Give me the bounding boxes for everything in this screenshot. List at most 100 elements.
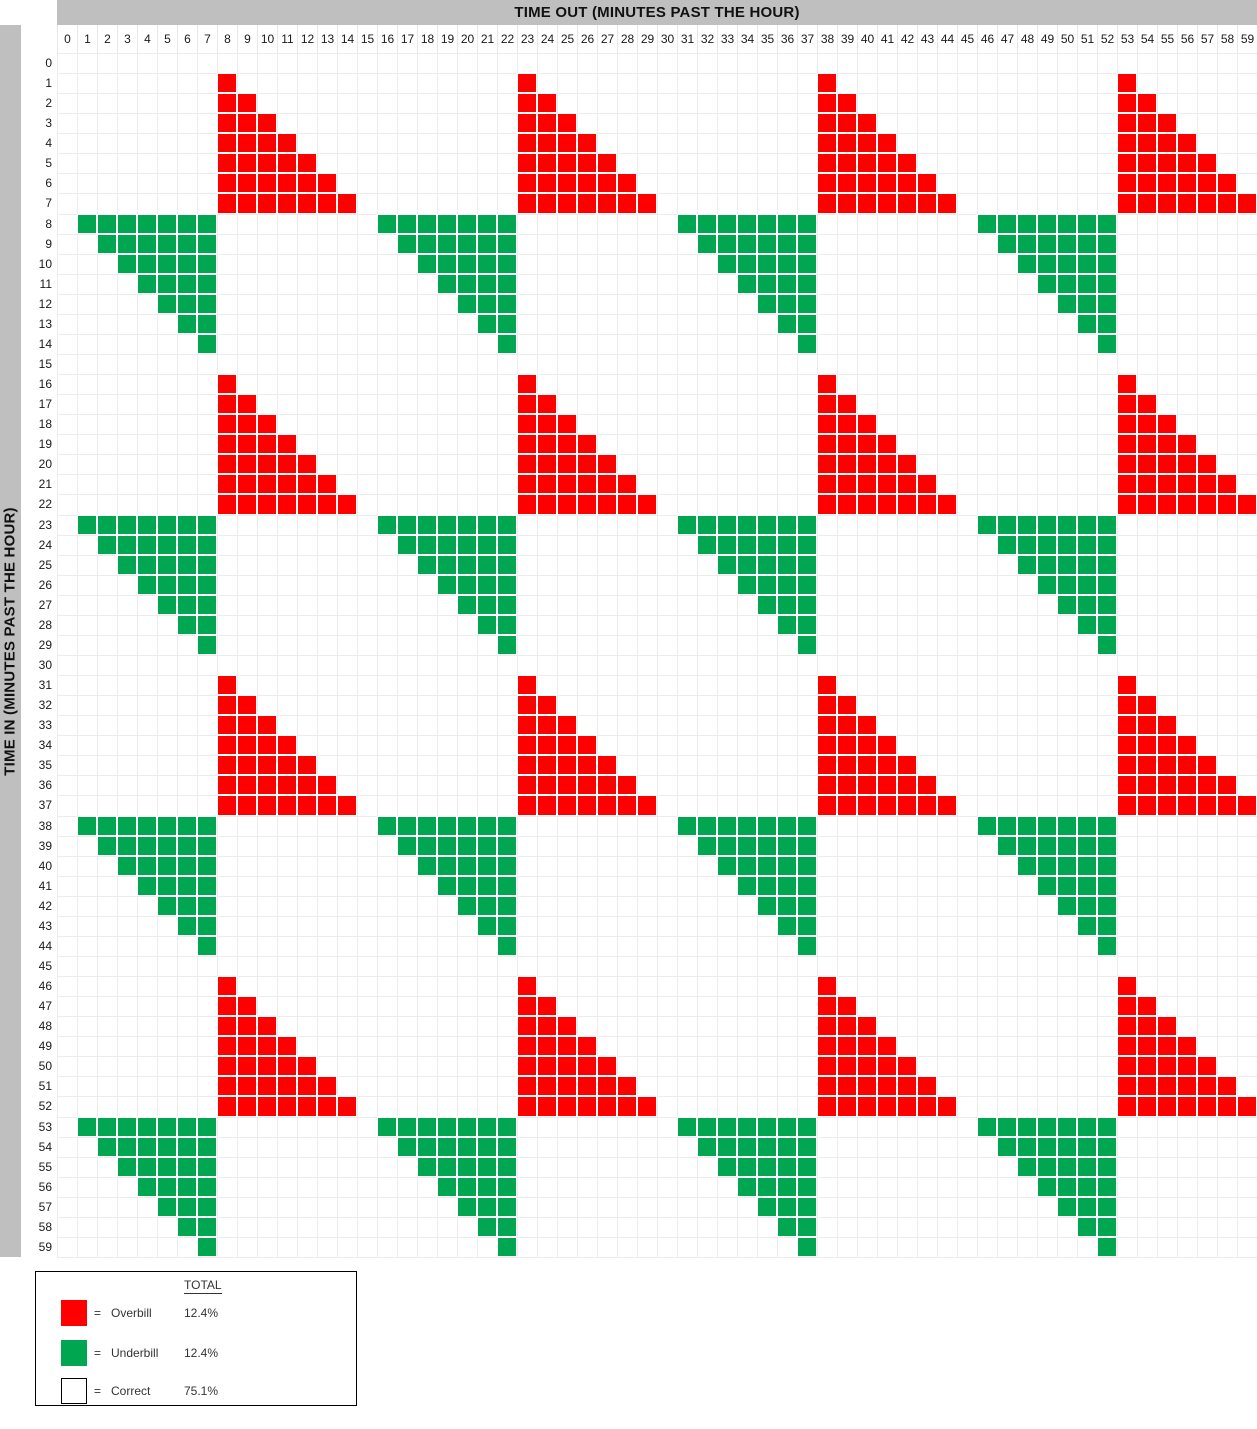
cell-overbill [237, 494, 257, 515]
cell-underbill [777, 213, 797, 234]
cell-overbill [577, 454, 597, 475]
cell-underbill [137, 534, 157, 555]
cell-underbill [1097, 534, 1117, 555]
cell-overbill [877, 494, 897, 515]
x-tick-label: 8 [217, 25, 237, 53]
cell-underbill [1097, 614, 1117, 635]
cell-underbill [777, 1116, 797, 1137]
cell-overbill [1137, 93, 1157, 114]
y-tick-label: 27 [21, 594, 57, 615]
cell-overbill [537, 93, 557, 114]
cell-underbill [1037, 554, 1057, 575]
cell-overbill [217, 414, 237, 435]
cell-overbill [277, 494, 297, 515]
cell-underbill [437, 835, 457, 856]
cell-overbill [217, 795, 237, 816]
cell-overbill [897, 474, 917, 495]
cell-overbill [1137, 1036, 1157, 1057]
cell-overbill [557, 414, 577, 435]
cell-underbill [497, 554, 517, 575]
cell-underbill [417, 253, 437, 274]
cell-overbill [257, 414, 277, 435]
y-tick-label: 23 [21, 514, 57, 535]
cell-overbill [557, 795, 577, 816]
cell-underbill [757, 253, 777, 274]
cell-underbill [77, 514, 97, 535]
cell-underbill [1097, 1196, 1117, 1217]
cell-overbill [837, 1016, 857, 1037]
cell-underbill [1097, 1216, 1117, 1237]
y-tick-label: 42 [21, 895, 57, 916]
cell-overbill [1197, 1096, 1217, 1117]
cell-overbill [537, 414, 557, 435]
cell-underbill [417, 815, 437, 836]
cell-underbill [477, 213, 497, 234]
cell-overbill [517, 735, 537, 756]
cell-overbill [837, 1076, 857, 1097]
cell-underbill [1057, 835, 1077, 856]
x-tick-label: 50 [1057, 25, 1077, 53]
cell-underbill [977, 213, 997, 234]
cell-underbill [1097, 293, 1117, 314]
cell-overbill [1217, 474, 1237, 495]
cell-underbill [137, 875, 157, 896]
cell-overbill [257, 735, 277, 756]
cell-underbill [177, 1156, 197, 1177]
cell-underbill [677, 815, 697, 836]
cell-overbill [837, 755, 857, 776]
y-tick-label: 5 [21, 153, 57, 174]
cell-overbill [917, 1096, 937, 1117]
x-tick-label: 52 [1097, 25, 1117, 53]
cell-overbill [237, 113, 257, 134]
cell-underbill [497, 1196, 517, 1217]
cell-underbill [757, 1116, 777, 1137]
overbill-swatch-icon [61, 1300, 87, 1326]
cell-underbill [697, 534, 717, 555]
cell-underbill [197, 293, 217, 314]
cell-overbill [857, 1016, 877, 1037]
cell-underbill [157, 835, 177, 856]
cell-underbill [797, 313, 817, 334]
cell-underbill [177, 554, 197, 575]
cell-overbill [1137, 1056, 1157, 1077]
cell-underbill [1097, 935, 1117, 956]
cell-overbill [617, 193, 637, 214]
billing-matrix-chart: TIME OUT (MINUTES PAST THE HOUR) TIME IN… [0, 0, 1257, 1429]
cell-overbill [1117, 494, 1137, 515]
cell-overbill [877, 1056, 897, 1077]
cell-underbill [737, 514, 757, 535]
cell-underbill [177, 574, 197, 595]
cell-overbill [1137, 735, 1157, 756]
cell-underbill [777, 835, 797, 856]
cell-overbill [817, 1096, 837, 1117]
cell-underbill [497, 1136, 517, 1157]
cell-overbill [617, 494, 637, 515]
cell-overbill [897, 795, 917, 816]
cell-underbill [1077, 1116, 1097, 1137]
cell-overbill [837, 153, 857, 174]
cell-overbill [557, 775, 577, 796]
cell-overbill [857, 1056, 877, 1077]
cell-underbill [197, 915, 217, 936]
y-tick-label: 13 [21, 313, 57, 334]
cell-underbill [397, 1116, 417, 1137]
cell-underbill [737, 213, 757, 234]
x-tick-label: 7 [197, 25, 217, 53]
cell-overbill [577, 775, 597, 796]
cell-overbill [837, 133, 857, 154]
cell-underbill [1097, 554, 1117, 575]
cell-overbill [837, 795, 857, 816]
y-tick-label: 12 [21, 293, 57, 314]
cell-underbill [777, 514, 797, 535]
cell-underbill [497, 614, 517, 635]
cell-overbill [857, 715, 877, 736]
cell-underbill [1097, 915, 1117, 936]
cell-underbill [1077, 514, 1097, 535]
cell-overbill [597, 755, 617, 776]
cell-overbill [617, 173, 637, 194]
cell-overbill [1137, 434, 1157, 455]
cell-overbill [237, 1036, 257, 1057]
cell-overbill [537, 695, 557, 716]
cell-overbill [597, 775, 617, 796]
y-tick-label: 56 [21, 1176, 57, 1197]
